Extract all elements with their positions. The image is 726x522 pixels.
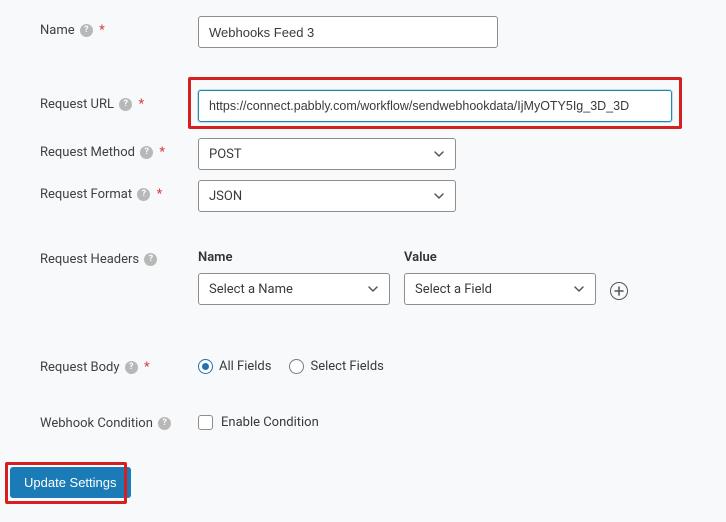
label-request-body: Request Body ? *	[40, 353, 198, 375]
request-format-label-text: Request Format	[40, 187, 132, 202]
enable-condition-row: Enable Condition	[198, 409, 726, 430]
request-method-field-col: POST	[198, 138, 726, 170]
request-body-label-text: Request Body	[40, 360, 120, 375]
header-value-placeholder: Select a Field	[415, 282, 492, 297]
request-url-field-col	[198, 90, 726, 122]
help-icon[interactable]: ?	[144, 253, 157, 266]
request-body-radio-group: All Fields Select Fields	[198, 353, 726, 374]
request-method-select[interactable]: POST	[198, 138, 456, 170]
row-request-method: Request Method ? * POST	[40, 138, 726, 170]
headers-name-col: Name Select a Name	[198, 250, 390, 305]
add-header-button[interactable]	[610, 282, 628, 300]
request-method-label-text: Request Method	[40, 145, 135, 160]
row-request-body: Request Body ? * All Fields Select Field…	[40, 353, 726, 375]
row-name: Name ? *	[40, 16, 726, 48]
chevron-down-icon	[433, 190, 445, 202]
help-icon[interactable]: ?	[158, 417, 171, 430]
request-headers-label-text: Request Headers	[40, 252, 139, 267]
help-icon[interactable]: ?	[80, 24, 93, 37]
request-format-value: JSON	[209, 189, 242, 204]
label-request-headers: Request Headers ?	[40, 250, 198, 267]
label-request-format: Request Format ? *	[40, 180, 198, 202]
header-name-placeholder: Select a Name	[209, 282, 293, 297]
required-mark: *	[157, 187, 163, 202]
label-name: Name ? *	[40, 16, 198, 38]
header-name-select[interactable]: Select a Name	[198, 273, 390, 305]
headers-value-header: Value	[404, 250, 596, 265]
headers-name-header: Name	[198, 250, 390, 265]
row-request-format: Request Format ? * JSON	[40, 180, 726, 212]
webhook-condition-label-text: Webhook Condition	[40, 416, 153, 431]
headers-value-col: Value Select a Field	[404, 250, 596, 305]
row-webhook-condition: Webhook Condition ? Enable Condition	[40, 409, 726, 431]
name-input[interactable]	[198, 16, 498, 48]
label-request-url: Request URL ? *	[40, 90, 198, 112]
webhook-condition-field-col: Enable Condition	[198, 409, 726, 430]
request-headers-field-col: Name Select a Name Value Select a Field	[198, 250, 726, 305]
submit-row: Update Settings	[10, 467, 131, 498]
request-method-value: POST	[209, 147, 242, 162]
request-url-input[interactable]	[198, 90, 672, 122]
help-icon[interactable]: ?	[119, 98, 132, 111]
request-format-select[interactable]: JSON	[198, 180, 456, 212]
radio-icon-checked	[198, 359, 213, 374]
webhook-settings-form: Name ? * Request URL ? * Request Method …	[0, 0, 726, 498]
enable-condition-checkbox[interactable]	[198, 415, 213, 430]
radio-all-fields-label: All Fields	[219, 359, 271, 374]
label-request-method: Request Method ? *	[40, 138, 198, 160]
required-mark: *	[144, 360, 150, 375]
header-value-select[interactable]: Select a Field	[404, 273, 596, 305]
help-icon[interactable]: ?	[137, 188, 150, 201]
label-webhook-condition: Webhook Condition ?	[40, 409, 198, 431]
chevron-down-icon	[367, 283, 379, 295]
chevron-down-icon	[573, 283, 585, 295]
name-label-text: Name	[40, 23, 75, 38]
radio-select-fields-label: Select Fields	[310, 359, 383, 374]
radio-all-fields[interactable]: All Fields	[198, 359, 271, 374]
request-body-field-col: All Fields Select Fields	[198, 353, 726, 374]
required-mark: *	[99, 23, 105, 38]
enable-condition-label: Enable Condition	[221, 415, 319, 430]
headers-row: Name Select a Name Value Select a Field	[198, 250, 726, 305]
request-format-field-col: JSON	[198, 180, 726, 212]
required-mark: *	[159, 145, 165, 160]
help-icon[interactable]: ?	[125, 361, 138, 374]
name-field-col	[198, 16, 726, 48]
required-mark: *	[138, 97, 144, 112]
help-icon[interactable]: ?	[140, 146, 153, 159]
chevron-down-icon	[433, 148, 445, 160]
row-request-url: Request URL ? *	[40, 90, 726, 122]
radio-icon-unchecked	[289, 359, 304, 374]
row-request-headers: Request Headers ? Name Select a Name Val…	[40, 250, 726, 305]
request-url-label-text: Request URL	[40, 97, 114, 112]
update-settings-button[interactable]: Update Settings	[10, 467, 131, 498]
radio-select-fields[interactable]: Select Fields	[289, 359, 383, 374]
